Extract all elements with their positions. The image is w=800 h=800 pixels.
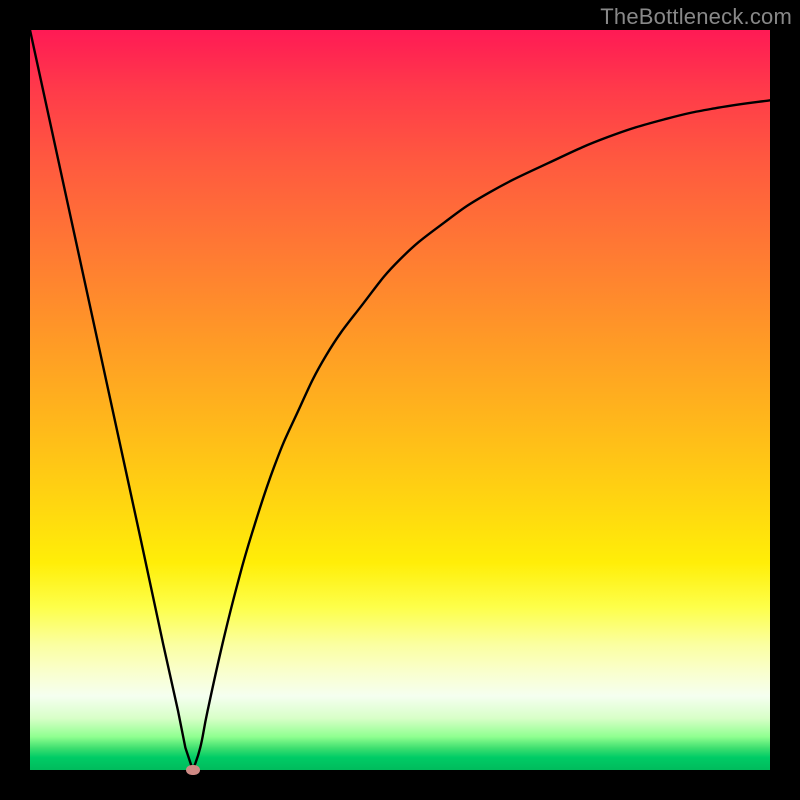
plot-area [30, 30, 770, 770]
bottleneck-curve [30, 30, 770, 770]
minimum-marker [186, 765, 200, 775]
watermark-text: TheBottleneck.com [600, 4, 792, 30]
curve-path [30, 30, 770, 770]
chart-frame: TheBottleneck.com [0, 0, 800, 800]
